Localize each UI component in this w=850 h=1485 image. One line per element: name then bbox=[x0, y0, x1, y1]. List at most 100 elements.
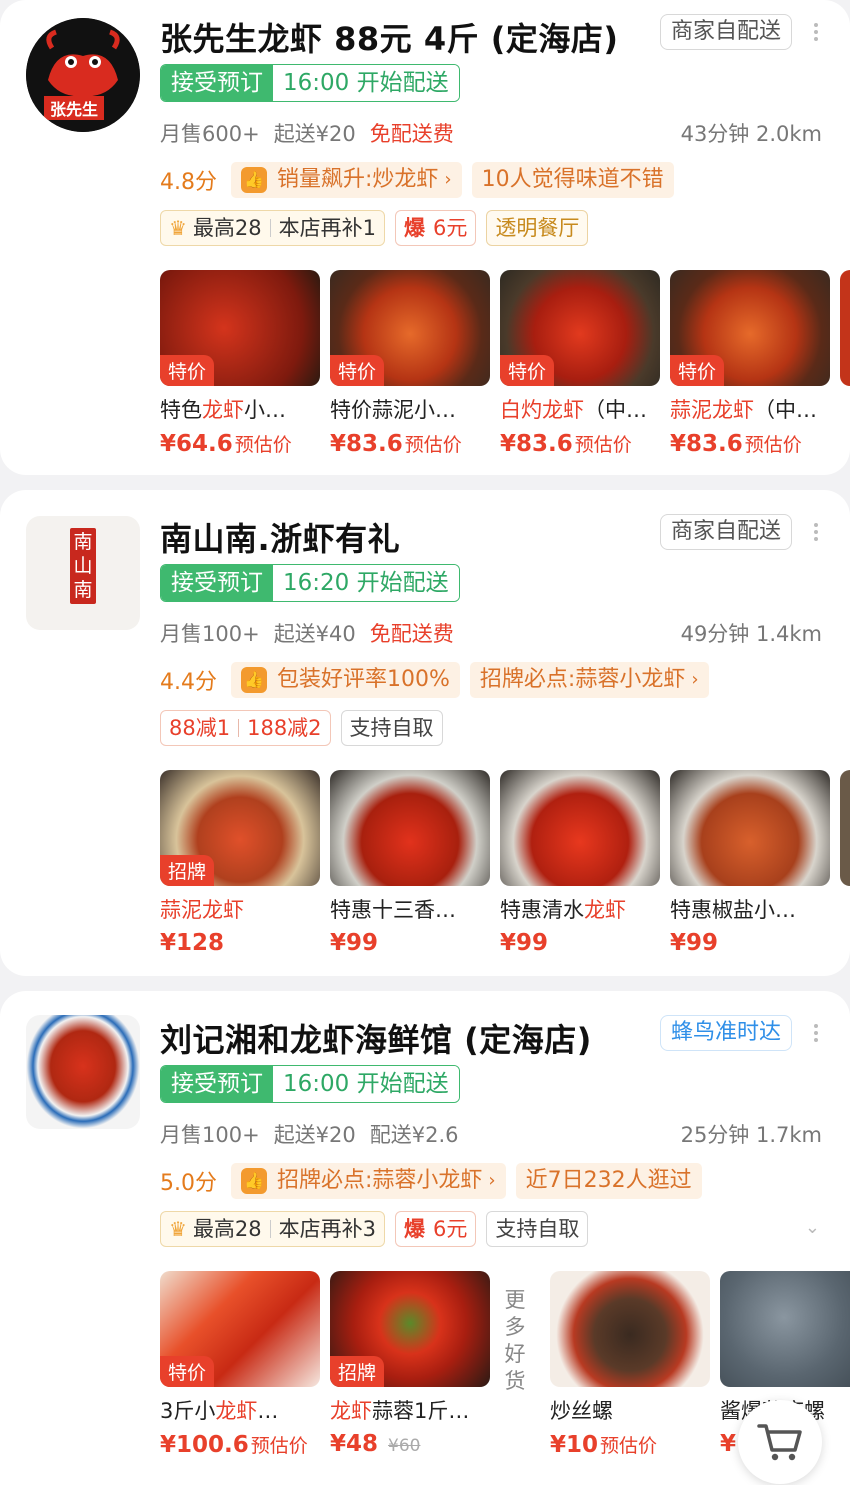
store-name[interactable]: 刘记湘和龙虾海鲜馆 (定海店) bbox=[160, 1015, 592, 1061]
dish-price: ¥128 bbox=[160, 930, 225, 956]
dish-name: 蒜泥龙虾（中… bbox=[670, 398, 817, 422]
dish-item[interactable]: 特价 白灼龙虾（中… ¥83.6 预估价 bbox=[500, 270, 660, 457]
dish-image bbox=[670, 770, 830, 886]
store-score: 5.0分 bbox=[160, 1171, 217, 1196]
promo-row: ♛ 最高28 本店再补1 爆 6元 透明餐厅 bbox=[160, 210, 598, 246]
extra-tag: 近7日232人逛过 bbox=[515, 1163, 702, 1199]
eta-distance: 25分钟 1.7km bbox=[680, 1123, 822, 1147]
thumbs-up-icon: 👍 bbox=[241, 667, 267, 693]
dish-item[interactable]: 特惠椒盐小… ¥99 bbox=[670, 770, 830, 956]
dish-name: 特惠清水龙虾 bbox=[500, 898, 626, 922]
promo-row: 88减1 188减2 支持自取 bbox=[160, 710, 453, 746]
dish-price: ¥48 ¥60 bbox=[330, 1431, 421, 1457]
dish-item[interactable]: 特价 特价蒜泥小… ¥83.6 预估价 bbox=[330, 270, 490, 457]
promo-subsidy: 本店再补3 bbox=[278, 1217, 377, 1241]
signature-text: 招牌必点:蒜蓉小龙虾 bbox=[479, 667, 686, 692]
dish-item[interactable]: 特惠清水龙虾 ¥99 bbox=[500, 770, 660, 956]
more-goods-link[interactable]: 更多好货 bbox=[500, 1287, 530, 1395]
promo-row: ♛ 最高28 本店再补3 爆 6元 支持自取 bbox=[160, 1211, 598, 1247]
more-vertical-icon[interactable] bbox=[814, 1021, 820, 1045]
delivery-tag: 商家自配送 bbox=[659, 14, 792, 50]
dish-item[interactable]: 特价 特色龙虾小… ¥64.6 预估价 bbox=[160, 270, 320, 457]
booking-badge: 接受预订 16:00 开始配送 bbox=[160, 64, 460, 102]
dish-badge: 特价 bbox=[670, 355, 725, 386]
dish-image bbox=[720, 1271, 850, 1387]
crown-icon: ♛ bbox=[169, 1217, 187, 1241]
dish-price: ¥10 预估价 bbox=[550, 1432, 658, 1458]
promo-max: 最高28 bbox=[192, 216, 262, 240]
thumbs-up-icon: 👍 bbox=[241, 167, 267, 193]
dish-name: 特价蒜泥小… bbox=[330, 398, 456, 422]
more-vertical-icon[interactable] bbox=[814, 520, 820, 544]
coupon-promo[interactable]: ♛ 最高28 本店再补3 bbox=[160, 1211, 386, 1247]
booking-start: 16:00 开始配送 bbox=[273, 1066, 459, 1102]
dish-image: 特价 bbox=[160, 1271, 320, 1387]
discount-promo[interactable]: 88减1 188减2 bbox=[160, 710, 331, 746]
dish-item-partial bbox=[840, 270, 850, 386]
highlight-pill[interactable]: 👍 销量飙升:炒龙虾 › bbox=[231, 162, 462, 198]
crown-icon: ♛ bbox=[169, 216, 187, 240]
store-card-2[interactable]: 南山南 南山南.浙虾有礼 商家自配送 接受预订 16:20 开始配送 月售100… bbox=[0, 490, 850, 976]
dish-price: ¥99 bbox=[500, 930, 549, 956]
hot-promo[interactable]: 爆 6元 bbox=[395, 210, 477, 246]
dish-item[interactable]: 特价 3斤小龙虾… ¥100.6 预估价 bbox=[160, 1271, 320, 1458]
dish-name: 特色龙虾小… bbox=[160, 398, 286, 422]
dish-item[interactable]: 招牌 龙虾蒜蓉1斤… ¥48 ¥60 bbox=[330, 1271, 490, 1457]
store-card-1[interactable]: 张先生 张先生龙虾 88元 4斤 (定海店) 商家自配送 接受预订 16:00 … bbox=[0, 0, 850, 475]
dish-badge: 特价 bbox=[330, 355, 385, 386]
store-score: 4.4分 bbox=[160, 670, 217, 695]
transparent-kitchen-tag: 透明餐厅 bbox=[486, 210, 589, 246]
booking-start: 16:00 开始配送 bbox=[273, 65, 459, 101]
highlight-pill[interactable]: 👍 包装好评率100% bbox=[231, 662, 460, 698]
dish-image: 特价 bbox=[160, 270, 320, 386]
dish-image: 特价 bbox=[500, 270, 660, 386]
dish-item[interactable]: 特惠十三香… ¥99 bbox=[330, 770, 490, 956]
highlight-text: 包装好评率100% bbox=[277, 667, 450, 692]
dish-badge: 特价 bbox=[500, 355, 555, 386]
dish-item-partial bbox=[840, 770, 850, 886]
min-order: 起送¥20 bbox=[273, 1123, 356, 1147]
delivery-fee: 免配送费 bbox=[369, 122, 454, 146]
monthly-sales: 月售600+ bbox=[160, 122, 260, 146]
dish-item[interactable]: 特价 蒜泥龙虾（中… ¥83.6 预估价 bbox=[670, 270, 830, 457]
logo-text: 南山南 bbox=[73, 531, 93, 601]
signature-pill[interactable]: 招牌必点:蒜蓉小龙虾 › bbox=[469, 662, 709, 698]
dish-price: ¥64.6 预估价 bbox=[160, 431, 292, 457]
dish-badge: 招牌 bbox=[160, 855, 215, 886]
dish-price: ¥100.6 预估价 bbox=[160, 1432, 308, 1458]
dish-price: ¥83.6 预估价 bbox=[500, 431, 632, 457]
booking-start: 16:20 开始配送 bbox=[273, 565, 459, 601]
promo-max: 最高28 bbox=[192, 1217, 262, 1241]
dish-item[interactable]: 招牌 蒜泥龙虾 ¥128 bbox=[160, 770, 320, 956]
hot-value: 6元 bbox=[433, 216, 468, 240]
coupon-promo[interactable]: ♛ 最高28 本店再补1 bbox=[160, 210, 386, 246]
dish-name: 3斤小龙虾… bbox=[160, 1399, 279, 1423]
hot-label: 爆 bbox=[404, 1217, 426, 1241]
store-name[interactable]: 张先生龙虾 88元 4斤 (定海店) bbox=[160, 14, 618, 60]
hot-label: 爆 bbox=[404, 216, 426, 240]
dish-item[interactable]: 炒丝螺 ¥10 预估价 bbox=[550, 1271, 710, 1458]
booking-status: 接受预订 bbox=[161, 65, 273, 101]
dish-image: 特价 bbox=[670, 270, 830, 386]
dish-image bbox=[550, 1271, 710, 1387]
dish-image bbox=[330, 770, 490, 886]
store-meta: 月售600+ 起送¥20 免配送费 43分钟 2.0km bbox=[160, 118, 822, 148]
highlight-pill[interactable]: 👍 招牌必点:蒜蓉小龙虾 › bbox=[231, 1163, 506, 1199]
store-logo: 南山南 bbox=[26, 516, 140, 630]
store-card-3[interactable]: 刘记湘和龙虾海鲜馆 (定海店) 蜂鸟准时达 接受预订 16:00 开始配送 月售… bbox=[0, 991, 850, 1485]
cart-button[interactable] bbox=[738, 1400, 822, 1484]
min-order: 起送¥20 bbox=[273, 122, 356, 146]
chevron-down-icon[interactable]: ⌄ bbox=[805, 1217, 820, 1238]
dish-price: ¥99 bbox=[330, 930, 379, 956]
dish-name: 蒜泥龙虾 bbox=[160, 898, 244, 922]
discount-1: 88减1 bbox=[169, 716, 231, 740]
store-name[interactable]: 南山南.浙虾有礼 bbox=[160, 514, 400, 560]
dish-name: 白灼龙虾（中… bbox=[500, 398, 647, 422]
highlight-text: 招牌必点:蒜蓉小龙虾 bbox=[277, 1168, 483, 1193]
store-meta: 月售100+ 起送¥40 免配送费 49分钟 1.4km bbox=[160, 618, 822, 648]
original-price: ¥60 bbox=[388, 1436, 421, 1456]
dish-price: ¥83.6 预估价 bbox=[330, 431, 462, 457]
more-vertical-icon[interactable] bbox=[814, 20, 820, 44]
store-logo: 张先生 bbox=[26, 18, 140, 132]
hot-promo[interactable]: 爆 6元 bbox=[395, 1211, 477, 1247]
